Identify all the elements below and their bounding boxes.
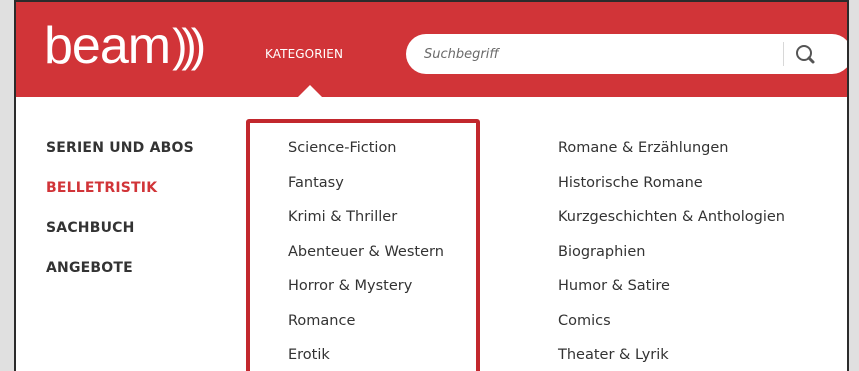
genre-romance[interactable]: Romance	[288, 309, 444, 344]
beam-logo[interactable]: beam)))	[44, 17, 206, 75]
genre-romane-erzaehlungen[interactable]: Romane & Erzählungen	[558, 136, 785, 171]
search-divider	[783, 42, 784, 66]
genre-comics[interactable]: Comics	[558, 309, 785, 344]
genre-fantasy[interactable]: Fantasy	[288, 171, 444, 206]
genre-kurzgeschichten-anthologien[interactable]: Kurzgeschichten & Anthologien	[558, 205, 785, 240]
genre-krimi-thriller[interactable]: Krimi & Thriller	[288, 205, 444, 240]
genre-biographien[interactable]: Biographien	[558, 240, 785, 275]
search-icon	[796, 45, 815, 64]
category-belletristik[interactable]: BELLETRISTIK	[46, 176, 194, 216]
search-input[interactable]	[424, 34, 774, 74]
search-button[interactable]	[788, 38, 824, 70]
genre-abenteuer-western[interactable]: Abenteuer & Western	[288, 240, 444, 275]
dropdown-caret-icon	[298, 85, 322, 97]
genre-science-fiction[interactable]: Science-Fiction	[288, 136, 444, 171]
logo-text: beam	[44, 17, 171, 75]
primary-category-menu: SERIEN UND ABOS BELLETRISTIK SACHBUCH AN…	[46, 136, 194, 296]
browser-frame: beam))) KATEGORIEN SERIEN UND ABOS BELLE…	[14, 0, 849, 371]
genre-erotik[interactable]: Erotik	[288, 343, 444, 371]
genre-humor-satire[interactable]: Humor & Satire	[558, 274, 785, 309]
search-bar	[406, 34, 847, 74]
genre-historische-romane[interactable]: Historische Romane	[558, 171, 785, 206]
genre-horror-mystery[interactable]: Horror & Mystery	[288, 274, 444, 309]
site-header: beam))) KATEGORIEN	[16, 2, 847, 97]
logo-waves-icon: )))	[172, 19, 206, 71]
category-sachbuch[interactable]: SACHBUCH	[46, 216, 194, 256]
category-angebote[interactable]: ANGEBOTE	[46, 256, 194, 296]
genre-theater-lyrik[interactable]: Theater & Lyrik	[558, 343, 785, 371]
genre-list-column-2: Romane & Erzählungen Historische Romane …	[558, 136, 785, 371]
nav-kategorien[interactable]: KATEGORIEN	[265, 46, 343, 62]
genre-list-column-1: Science-Fiction Fantasy Krimi & Thriller…	[288, 136, 444, 371]
category-serien-und-abos[interactable]: SERIEN UND ABOS	[46, 136, 194, 176]
